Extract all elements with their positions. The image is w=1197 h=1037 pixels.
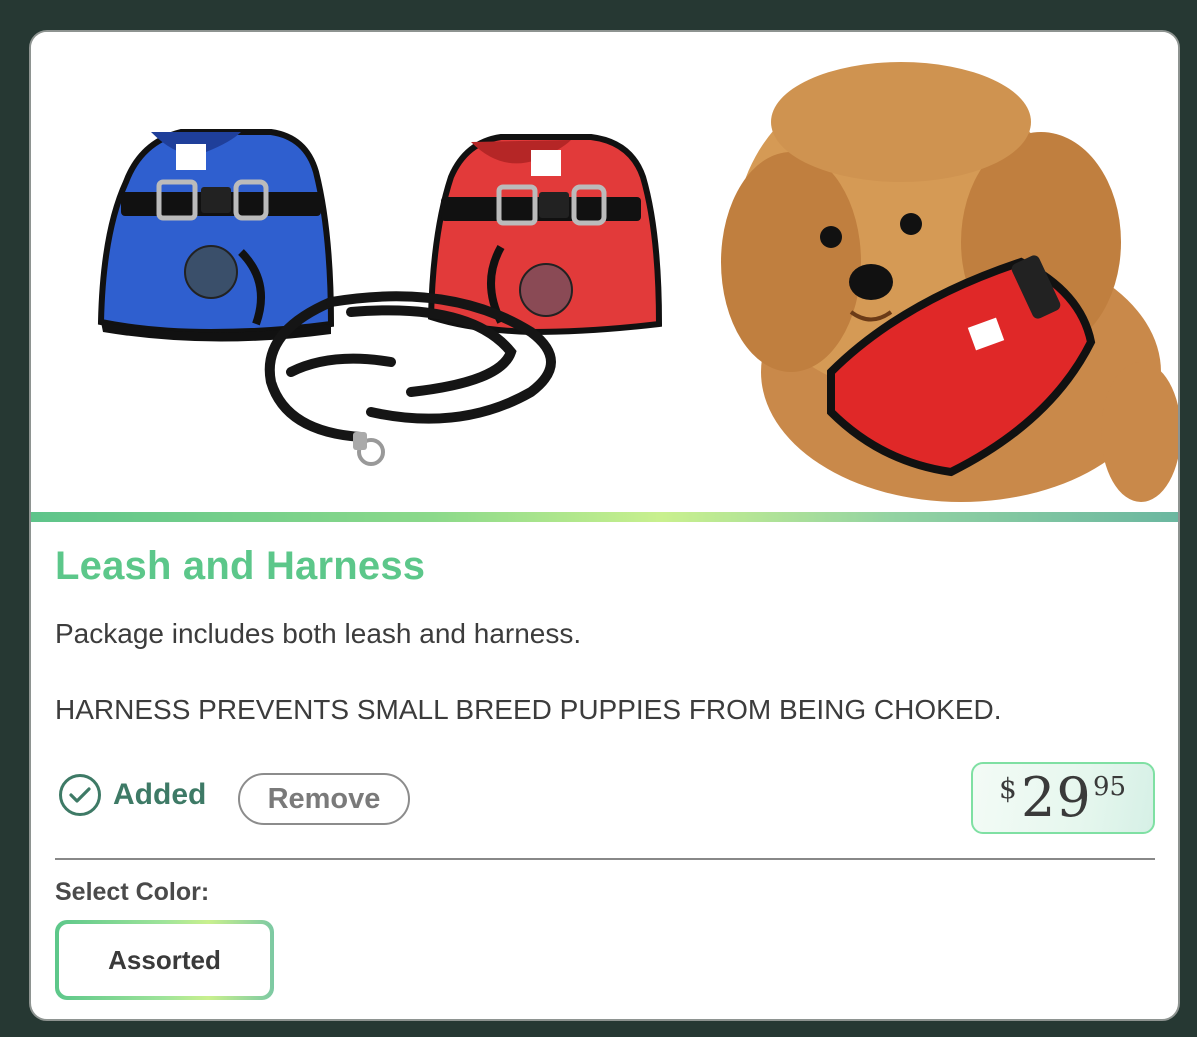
- product-title: Leash and Harness: [55, 544, 426, 588]
- price-cents: 95: [1093, 772, 1127, 802]
- color-option-label: Assorted: [59, 924, 270, 996]
- price-currency: $: [999, 772, 1017, 805]
- check-circle-icon: [59, 774, 101, 816]
- price-dollars: 29: [1021, 766, 1092, 829]
- select-color-label: Select Color:: [55, 878, 210, 906]
- product-card: Leash and Harness Package includes both …: [29, 30, 1180, 1021]
- section-divider: [55, 858, 1155, 860]
- product-description: Package includes both leash and harness.: [55, 618, 582, 649]
- price-badge: $ 29 95: [971, 762, 1155, 834]
- remove-button[interactable]: Remove: [238, 773, 410, 825]
- product-warning-text: HARNESS PREVENTS SMALL BREED PUPPIES FRO…: [55, 694, 1002, 725]
- accent-divider-bar: [31, 512, 1178, 522]
- puppy-illustration: [721, 62, 1178, 502]
- product-image: [31, 32, 1178, 512]
- blue-harness-illustration: [97, 129, 335, 342]
- added-label: Added: [113, 778, 207, 811]
- added-status: Added: [59, 773, 206, 817]
- color-option-assorted[interactable]: Assorted: [55, 920, 274, 1000]
